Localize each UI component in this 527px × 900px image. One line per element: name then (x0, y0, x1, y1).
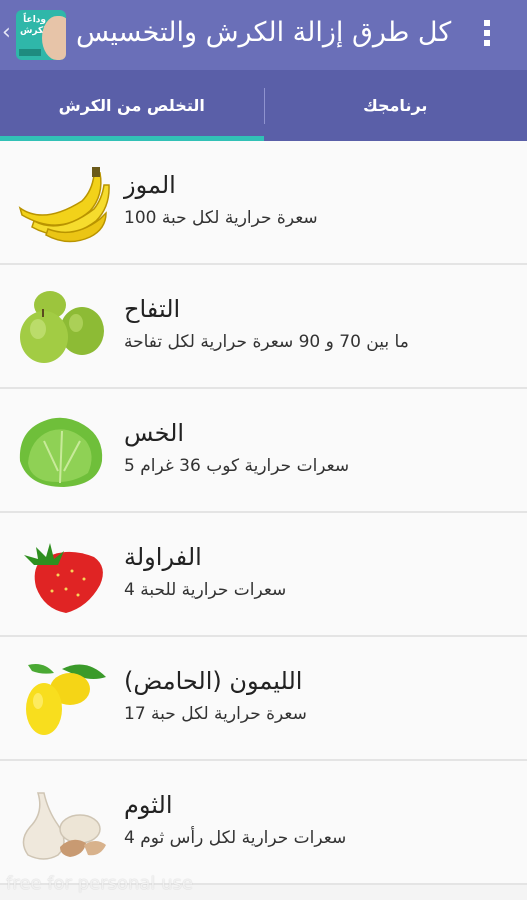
list-item[interactable]: الفراولة 4 سعرات حرارية للحبة (0, 513, 527, 637)
food-calories: 100 سعرة حرارية لكل حبة (124, 208, 318, 228)
watermark: free for personal use (6, 873, 193, 894)
food-name: الثوم (124, 791, 173, 819)
app-logo-icon[interactable]: وداعاً للكرش (16, 10, 66, 60)
overflow-menu-icon[interactable] (479, 18, 495, 52)
food-calories: 4 سعرات حرارية للحبة (124, 580, 287, 600)
food-name: الفراولة (124, 543, 202, 571)
food-calories: 4 سعرات حرارية لكل رأس ثوم (124, 828, 347, 848)
food-name: التفاح (124, 295, 181, 323)
food-calories: ما بين 70 و 90 سعرة حرارية لكل تفاحة (124, 332, 409, 352)
list-item[interactable]: التفاح ما بين 70 و 90 سعرة حرارية لكل تف… (0, 265, 527, 389)
food-calories: 5 سعرات حرارية كوب 36 غرام (124, 456, 350, 476)
food-name: الخس (124, 419, 185, 447)
food-calories: 17 سعرة حرارية لكل حبة (124, 704, 307, 724)
tab-your-program[interactable]: برنامجك (264, 70, 527, 141)
app-bar: ‹ وداعاً للكرش كل طرق إزالة الكرش والتخس… (0, 0, 527, 70)
lettuce-icon (19, 417, 103, 487)
list-item[interactable]: الموز 100 سعرة حرارية لكل حبة (0, 141, 527, 265)
garlic-icon (22, 792, 106, 860)
food-name: الموز (124, 171, 176, 199)
apple-icon (20, 291, 104, 363)
app-title: كل طرق إزالة الكرش والتخسيس (76, 17, 452, 48)
food-list: الموز 100 سعرة حرارية لكل حبة التفاح ما … (0, 141, 527, 885)
strawberry-icon (24, 543, 103, 613)
lemon-icon (26, 664, 106, 735)
list-item[interactable]: الثوم 4 سعرات حرارية لكل رأس ثوم (0, 761, 527, 885)
list-item[interactable]: الخس 5 سعرات حرارية كوب 36 غرام (0, 389, 527, 513)
list-item[interactable]: الليمون (الحامض) 17 سعرة حرارية لكل حبة (0, 637, 527, 761)
back-chevron-icon[interactable]: ‹ (2, 22, 11, 44)
tab-belly-removal[interactable]: التخلص من الكرش (0, 70, 264, 141)
tab-divider (264, 88, 265, 124)
food-name: الليمون (الحامض) (124, 667, 303, 695)
banana-icon (18, 167, 110, 243)
